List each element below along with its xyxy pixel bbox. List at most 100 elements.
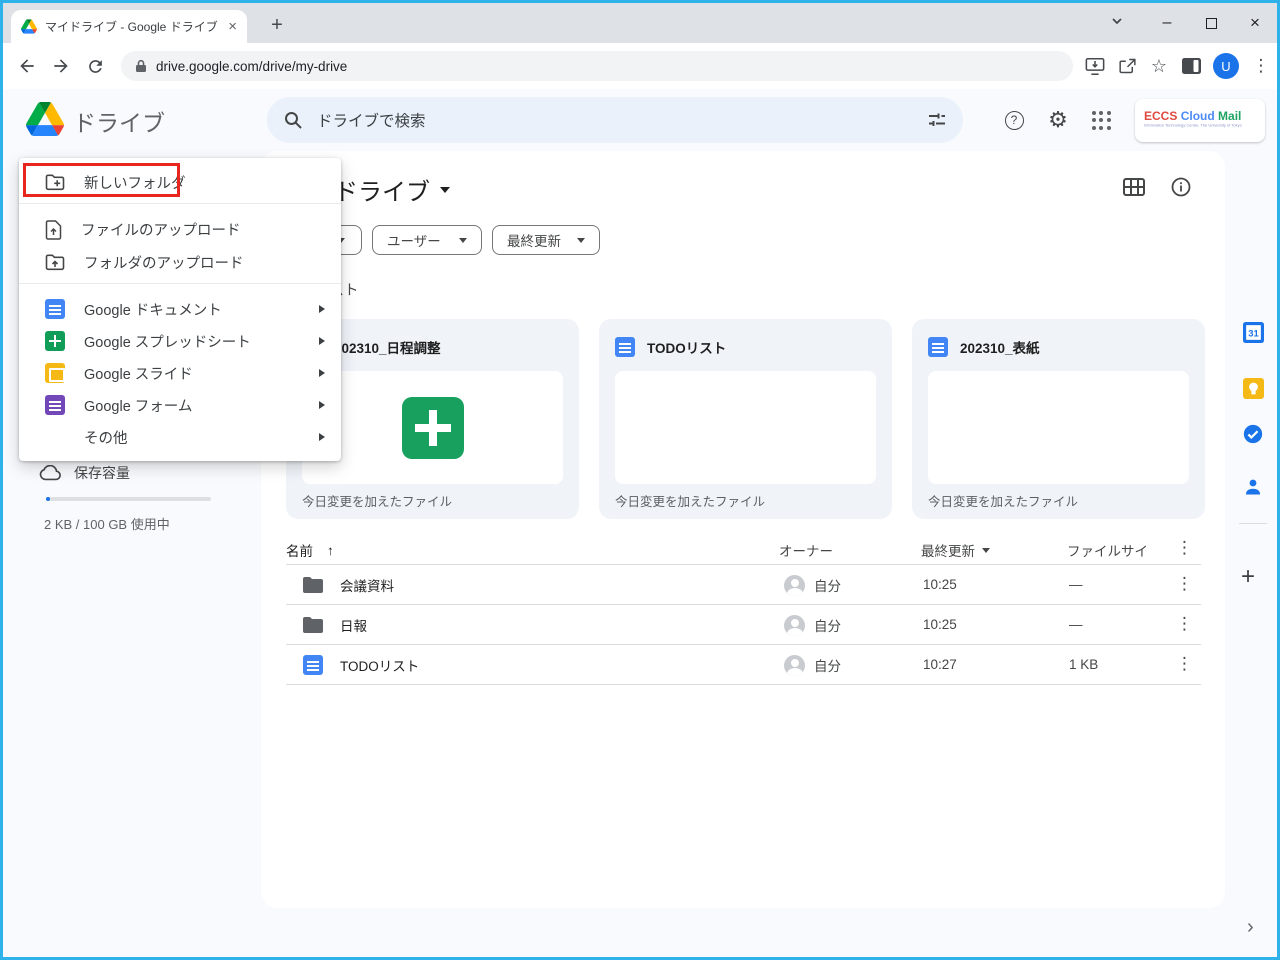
contacts-icon[interactable] [1242, 476, 1264, 498]
owner-name: 自分 [814, 575, 841, 595]
folder-upload-icon [45, 254, 65, 271]
share-icon[interactable] [1113, 50, 1141, 82]
card-title: 202310_日程調整 [334, 337, 441, 357]
drive-logo[interactable] [26, 102, 64, 141]
chevron-down-icon [982, 548, 990, 553]
table-row[interactable]: TODOリスト 自分 10:27 1 KB ⋮ [286, 645, 1201, 685]
title-dropdown-icon[interactable] [440, 187, 450, 193]
window-close-button[interactable]: × [1233, 3, 1277, 43]
address-bar[interactable]: drive.google.com/drive/my-drive [121, 51, 1073, 81]
search-input[interactable]: ドライブで検索 [317, 109, 913, 131]
reload-button[interactable] [79, 50, 111, 82]
card-reason: 今日変更を加えたファイル [302, 491, 452, 510]
file-name: 会議資料 [340, 575, 394, 595]
row-actions-kebab-icon[interactable]: ⋮ [1176, 614, 1193, 634]
filter-chip-modified[interactable]: 最終更新 [492, 225, 600, 255]
modified-time: 10:25 [923, 577, 957, 592]
owner-avatar [784, 575, 805, 596]
bookmark-star-icon[interactable]: ☆ [1145, 50, 1173, 82]
svg-text:31: 31 [1248, 328, 1259, 339]
row-actions-kebab-icon[interactable]: ⋮ [1176, 574, 1193, 594]
drive-favicon [21, 19, 37, 34]
browser-window: マイドライブ - Google ドライブ × + – × drive.googl… [0, 0, 1280, 960]
install-app-icon[interactable] [1081, 50, 1109, 82]
settings-gear-icon[interactable]: ⚙ [1044, 106, 1072, 134]
file-name: TODOリスト [340, 655, 419, 675]
browser-menu-icon[interactable]: ⋮ [1247, 50, 1275, 82]
help-icon[interactable]: ? [1000, 106, 1028, 134]
modified-time: 10:27 [923, 657, 957, 672]
hide-side-panel-chevron-icon[interactable]: › [1247, 916, 1254, 939]
drive-header: ドライブ ドライブで検索 ? ⚙ [3, 89, 1277, 151]
cloud-storage-icon [39, 465, 61, 481]
maximize-button[interactable] [1189, 3, 1233, 43]
file-size: 1 KB [1069, 657, 1098, 672]
search-icon [283, 110, 303, 130]
suggested-card[interactable]: TODOリスト 今日変更を加えたファイル [599, 319, 892, 519]
menu-separator [19, 283, 341, 284]
card-reason: 今日変更を加えたファイル [615, 491, 765, 510]
submenu-arrow-icon [319, 401, 325, 409]
storage-usage-text: 2 KB / 100 GB 使用中 [44, 514, 170, 533]
sheets-thumbnail-icon [402, 397, 464, 459]
minimize-button[interactable]: – [1145, 3, 1189, 43]
filter-chip-user[interactable]: ユーザー [372, 225, 482, 255]
menu-item-google-docs[interactable]: Google ドキュメント [19, 293, 341, 325]
modified-time: 10:25 [923, 617, 957, 632]
browser-profile-avatar[interactable]: U [1213, 53, 1239, 79]
submenu-arrow-icon [319, 337, 325, 345]
menu-item-new-folder[interactable]: 新しいフォルダ [19, 166, 341, 199]
info-icon[interactable] [1171, 177, 1191, 197]
menu-item-file-upload[interactable]: ファイルのアップロード [19, 213, 341, 246]
column-size[interactable]: ファイルサイ [1067, 540, 1148, 560]
row-actions-kebab-icon[interactable]: ⋮ [1176, 654, 1193, 674]
grid-view-icon[interactable] [1123, 178, 1145, 196]
column-name[interactable]: 名前↑ [286, 540, 334, 560]
submenu-arrow-icon [319, 369, 325, 377]
column-modified[interactable]: 最終更新 [921, 540, 990, 560]
search-bar[interactable]: ドライブで検索 [267, 97, 963, 143]
card-preview [302, 371, 563, 484]
new-tab-button[interactable]: + [263, 11, 291, 39]
file-size: — [1069, 617, 1083, 632]
submenu-arrow-icon [319, 433, 325, 441]
search-options-icon[interactable] [927, 110, 947, 130]
lock-icon [135, 59, 147, 73]
docs-icon [928, 337, 948, 357]
menu-item-google-sheets[interactable]: Google スプレッドシート [19, 325, 341, 357]
card-title: TODOリスト [647, 337, 726, 357]
menu-item-google-forms[interactable]: Google フォーム [19, 389, 341, 421]
column-owner[interactable]: オーナー [779, 540, 833, 560]
back-button[interactable] [11, 50, 43, 82]
get-addons-button[interactable]: + [1241, 563, 1255, 591]
file-upload-icon [45, 220, 62, 240]
forms-icon [45, 395, 65, 415]
card-preview [928, 371, 1189, 484]
calendar-icon[interactable]: 31 [1242, 321, 1264, 343]
suggested-card[interactable]: 202310_表紙 今日変更を加えたファイル [912, 319, 1205, 519]
table-options-kebab-icon[interactable]: ⋮ [1176, 538, 1193, 558]
keep-icon[interactable] [1242, 377, 1264, 399]
forward-button[interactable] [45, 50, 77, 82]
menu-item-more[interactable]: その他 [19, 421, 341, 453]
table-row[interactable]: 会議資料 自分 10:25 — ⋮ [286, 565, 1201, 605]
submenu-arrow-icon [319, 305, 325, 313]
menu-item-folder-upload[interactable]: フォルダのアップロード [19, 246, 341, 279]
new-folder-icon [45, 174, 65, 191]
browser-tab[interactable]: マイドライブ - Google ドライブ × [11, 10, 247, 43]
rail-divider [1239, 523, 1267, 524]
file-table: 名前↑ オーナー 最終更新 ファイルサイ ⋮ 会議資料 自分 10:25 — ⋮… [286, 533, 1201, 685]
tab-search-chevron-icon[interactable] [1109, 13, 1125, 34]
table-row[interactable]: 日報 自分 10:25 — ⋮ [286, 605, 1201, 645]
sort-ascending-icon[interactable]: ↑ [327, 543, 334, 558]
side-panel-icon[interactable] [1177, 50, 1205, 82]
menu-item-google-slides[interactable]: Google スライド [19, 357, 341, 389]
account-badge[interactable]: ECCS Cloud Mail Information Technology C… [1135, 99, 1265, 142]
file-size: — [1069, 577, 1083, 592]
storage-label[interactable]: 保存容量 [74, 463, 130, 483]
table-header: 名前↑ オーナー 最終更新 ファイルサイ ⋮ [286, 533, 1201, 565]
tab-close-icon[interactable]: × [228, 19, 237, 34]
google-apps-grid-icon[interactable] [1087, 106, 1115, 134]
tasks-icon[interactable] [1242, 423, 1264, 445]
drive-app-name: ドライブ [73, 104, 165, 138]
